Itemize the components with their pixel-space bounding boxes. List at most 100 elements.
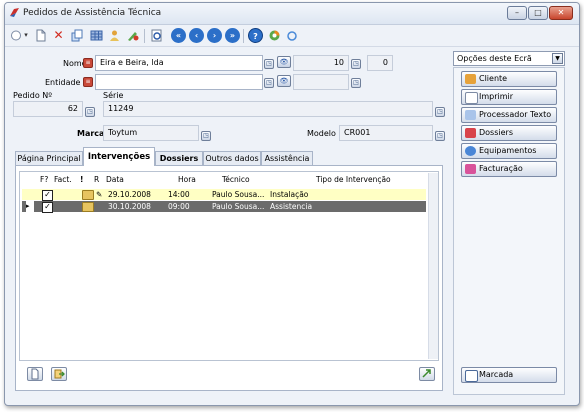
record-dropdown-icon[interactable]: ▾: [22, 28, 30, 43]
pedido-field: 62: [13, 101, 83, 117]
col-data[interactable]: Data: [106, 174, 124, 186]
screen-options-select[interactable]: Opções deste Ecrã ▼: [453, 51, 565, 66]
dossiers-icon: [465, 128, 476, 138]
delete-icon[interactable]: ✕: [51, 28, 66, 43]
cliente-button[interactable]: Cliente: [461, 71, 557, 87]
row-selector-icon: ▸: [26, 201, 34, 212]
serie-label: Série: [103, 91, 124, 100]
folder-icon: [82, 190, 94, 200]
serie-zoom-icon[interactable]: ◳: [435, 107, 445, 117]
cell-data: 29.10.2008: [108, 190, 151, 199]
intervencoes-grid: F? Fact. ! R Data Hora Técnico Tipo de I…: [19, 171, 439, 361]
col-f[interactable]: F?: [40, 174, 48, 186]
modelo-label: Modelo: [307, 129, 336, 138]
table-row[interactable]: ▸ ✓ 30.10.2008 09:00 Paulo Sousa... Assi…: [22, 201, 426, 213]
marcada-button[interactable]: Marcada: [461, 367, 557, 383]
entidade-code-field: [293, 74, 349, 90]
cell-tipo: Instalação: [270, 190, 309, 199]
toolbar-separator: [144, 29, 145, 43]
equipamentos-button[interactable]: Equipamentos: [461, 143, 557, 159]
attachment-icon: ✎: [96, 190, 103, 199]
tab-outros-dados[interactable]: Outros dados: [203, 151, 261, 165]
imprimir-button[interactable]: Imprimir: [461, 89, 557, 105]
toolbar: ▾ ✕ « ‹ › » ?: [5, 25, 579, 47]
nome-view-icon[interactable]: 👁: [277, 56, 291, 68]
col-r[interactable]: R: [94, 174, 99, 186]
entidade-zoom-icon[interactable]: ◳: [264, 78, 274, 88]
row-check[interactable]: ✓: [42, 190, 53, 201]
tab-pagina-principal[interactable]: Página Principal: [15, 151, 83, 165]
entidade-code-zoom-icon[interactable]: ◳: [351, 78, 361, 88]
dossiers-button[interactable]: Dossiers: [461, 125, 557, 141]
tab-assistencia[interactable]: Assistência: [261, 151, 313, 165]
entidade-lookup-icon[interactable]: ≡: [83, 77, 93, 87]
cell-tipo: Assistencia: [270, 202, 313, 211]
marked-icon: [465, 370, 478, 382]
maximize-button[interactable]: □: [528, 6, 548, 20]
screen-options-label: Opções deste Ecrã: [457, 54, 532, 63]
import-line-button[interactable]: [51, 367, 67, 381]
nome-zoom-icon[interactable]: ◳: [264, 59, 274, 69]
nome-lookup-icon[interactable]: ≡: [83, 58, 93, 68]
cell-tecnico: Paulo Sousa...: [212, 202, 265, 211]
col-tipo[interactable]: Tipo de Intervenção: [316, 174, 391, 186]
users-icon: [465, 74, 476, 84]
marca-label: Marca: [77, 129, 105, 138]
toolbar-separator: [243, 29, 244, 43]
first-icon[interactable]: «: [171, 28, 186, 43]
grid-scrollbar[interactable]: [428, 173, 438, 359]
pedido-label: Pedido Nº: [13, 91, 53, 100]
pen-icon: [465, 110, 476, 120]
entidade-field[interactable]: [95, 74, 263, 90]
cell-tecnico: Paulo Sousa...: [212, 190, 265, 199]
tab-intervencoes[interactable]: Intervenções: [83, 147, 155, 166]
pedido-zoom-icon[interactable]: ◳: [85, 107, 95, 117]
folder-icon: [82, 202, 94, 212]
minimize-button[interactable]: –: [507, 6, 527, 20]
invoice-icon: [465, 164, 476, 174]
user-icon[interactable]: [107, 28, 122, 43]
equipment-icon: [465, 146, 476, 156]
processador-texto-button[interactable]: Processador Texto: [461, 107, 557, 123]
help-icon[interactable]: ?: [248, 28, 263, 43]
col-flag[interactable]: !: [80, 174, 83, 186]
new-line-button[interactable]: [27, 367, 43, 381]
app-logo-icon: [10, 8, 19, 17]
tab-dossiers[interactable]: Dossiers: [155, 151, 203, 165]
edit-icon[interactable]: [125, 28, 140, 43]
col-hora[interactable]: Hora: [178, 174, 196, 186]
row-check[interactable]: ✓: [42, 202, 53, 213]
refresh-icon[interactable]: [267, 28, 282, 43]
modelo-field: CR001: [339, 125, 433, 141]
copy-icon[interactable]: [69, 28, 84, 43]
code-zoom-icon[interactable]: ◳: [351, 59, 361, 69]
modelo-zoom-icon[interactable]: ◳: [435, 131, 445, 141]
col-fact[interactable]: Fact.: [54, 174, 72, 186]
nome-code-field: 10: [293, 55, 349, 71]
facturacao-button[interactable]: Facturação: [461, 161, 557, 177]
title-bar: Pedidos de Assistência Técnica – □ ✕: [5, 3, 579, 25]
preview-icon[interactable]: [149, 28, 164, 43]
app-window: Pedidos de Assistência Técnica – □ ✕ ▾ ✕…: [4, 2, 580, 406]
serie-field: 11249: [103, 101, 433, 117]
table-row[interactable]: ✓ ✎ 29.10.2008 14:00 Paulo Sousa... Inst…: [22, 189, 426, 201]
help-search-icon[interactable]: [285, 28, 300, 43]
new-icon[interactable]: [33, 28, 48, 43]
cell-hora: 09:00: [168, 202, 190, 211]
grid-icon[interactable]: [89, 28, 104, 43]
cell-hora: 14:00: [168, 190, 190, 199]
close-button[interactable]: ✕: [549, 6, 573, 20]
col-tecnico[interactable]: Técnico: [222, 174, 250, 186]
nome-field[interactable]: Eira e Beira, lda: [95, 55, 263, 71]
chevron-down-icon[interactable]: ▼: [552, 53, 563, 64]
nome-extra-field: 0: [367, 55, 393, 71]
window-title: Pedidos de Assistência Técnica: [23, 8, 162, 18]
previous-icon[interactable]: ‹: [189, 28, 204, 43]
print-icon: [465, 92, 478, 104]
entidade-view-icon[interactable]: 👁: [277, 75, 291, 87]
last-icon[interactable]: »: [225, 28, 240, 43]
marca-zoom-icon[interactable]: ◳: [201, 131, 211, 141]
entidade-label: Entidade: [45, 78, 81, 87]
refresh-grid-button[interactable]: [419, 367, 435, 381]
next-icon[interactable]: ›: [207, 28, 222, 43]
